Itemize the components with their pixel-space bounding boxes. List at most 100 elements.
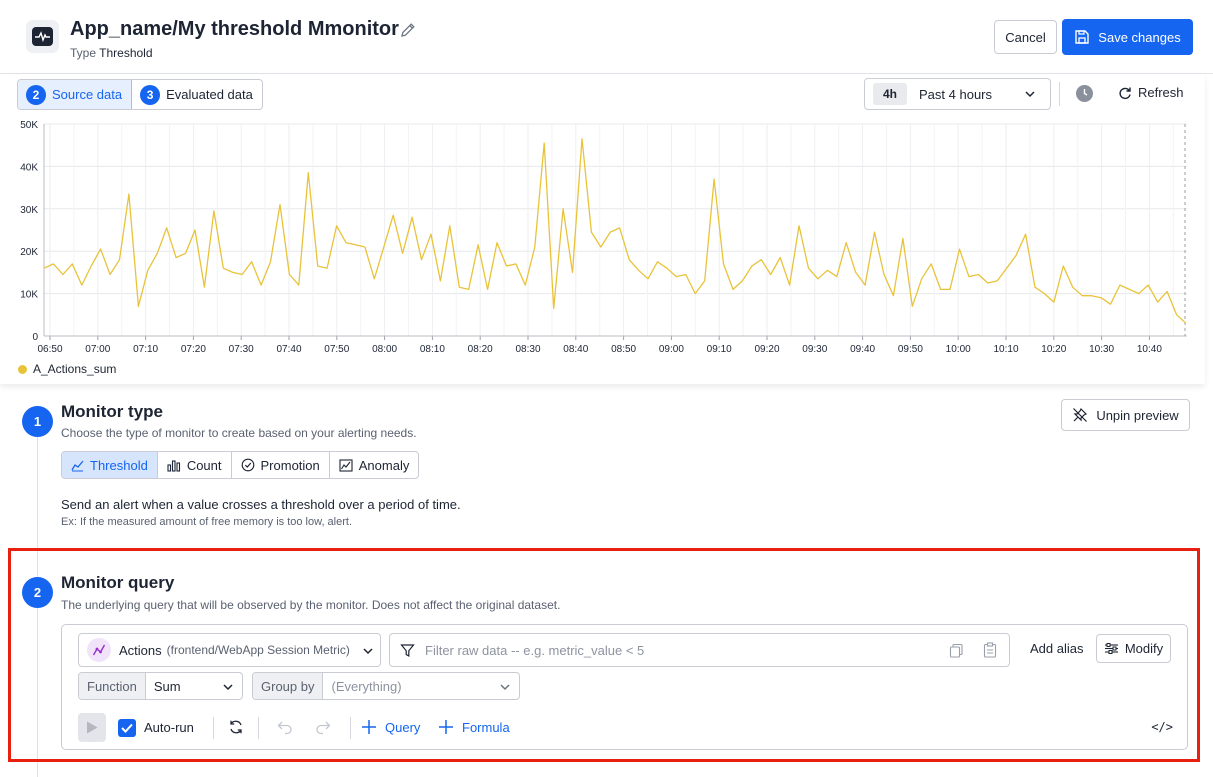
type-option-count[interactable]: Count [158,452,232,478]
type-option-label: Count [186,457,222,473]
x-tick-label: 10:00 [946,344,971,355]
plus-icon [439,720,453,734]
alert-example: Ex: If the measured amount of free memor… [61,516,353,528]
chevron-down-icon [363,648,373,655]
type-option-label: Threshold [90,457,148,473]
legend-swatch [18,364,27,374]
unpin-preview-button[interactable]: Unpin preview [1061,399,1190,431]
x-tick-label: 06:50 [37,344,62,355]
x-tick-label: 07:40 [276,344,301,355]
auto-run-label: Auto-run [144,720,194,735]
type-option-label: Promotion [260,457,320,473]
y-tick-label: 20K [20,247,38,258]
legend-label: A_Actions_sum [33,362,117,376]
tab-source-data[interactable]: 2 Source data [18,80,133,109]
plus-icon [362,720,376,734]
group-by-value: (Everything) [331,678,402,694]
x-tick-label: 08:00 [372,344,397,355]
time-range-select[interactable]: 4h Past 4 hours [864,78,1051,110]
type-value: Threshold [99,46,153,60]
metric-icon [87,638,111,662]
divider [1059,82,1060,106]
threshold-icon [71,460,84,471]
cancel-button[interactable]: Cancel [994,20,1057,54]
divider [350,717,351,739]
x-tick-label: 08:40 [563,344,588,355]
type-option-anomaly[interactable]: Anomaly [330,452,419,478]
modify-label: Modify [1124,641,1164,656]
x-tick-label: 10:30 [1089,344,1114,355]
paste-icon[interactable] [983,642,997,658]
x-tick-label: 07:10 [133,344,158,355]
add-formula-button[interactable]: Formula [438,719,510,735]
query-editor-card: Actions (frontend/WebApp Session Metric)… [61,624,1188,750]
monitor-query-description: The underlying query that will be observ… [61,598,561,612]
filter-input[interactable] [425,642,925,658]
alert-description: Send an alert when a value crosses a thr… [61,497,461,512]
tab-label: Source data [52,87,123,102]
anomaly-icon [339,458,353,472]
x-tick-label: 07:30 [229,344,254,355]
tab-evaluated-data[interactable]: 3 Evaluated data [132,80,262,109]
type-option-label: Anomaly [358,457,410,473]
page-title: App_name/My threshold Mmonitor [70,18,399,40]
y-tick-label: 0 [32,332,38,343]
data-view-tabs: 2 Source data 3 Evaluated data [17,79,263,110]
save-icon [1075,30,1089,44]
x-tick-label: 09:50 [898,344,923,355]
modify-button[interactable]: Modify [1096,634,1171,663]
sliders-icon [1104,643,1118,654]
copy-icon[interactable] [949,643,964,658]
sync-icon[interactable] [228,719,244,735]
tab-number: 2 [26,84,46,105]
x-tick-label: 09:20 [754,344,779,355]
metric-select[interactable]: Actions (frontend/WebApp Session Metric) [78,633,381,667]
filter-icon [400,643,415,657]
play-icon [87,721,98,734]
run-query-button[interactable] [78,713,106,742]
unpin-icon [1073,407,1088,422]
refresh-label: Refresh [1138,85,1184,100]
y-tick-label: 40K [20,162,38,173]
x-tick-label: 07:20 [181,344,206,355]
monitor-type-description: Choose the type of monitor to create bas… [61,426,417,440]
promotion-icon [241,458,254,472]
edit-pencil-icon[interactable] [399,21,417,39]
clock-icon[interactable] [1076,85,1093,102]
type-option-promotion[interactable]: Promotion [232,452,330,478]
monitor-type-selector: Threshold Count Promotion Anomaly [61,451,420,479]
refresh-button[interactable]: Refresh [1118,85,1184,100]
unpin-label: Unpin preview [1096,407,1179,423]
y-tick-label: 30K [20,205,38,216]
tab-label: Evaluated data [166,87,253,102]
group-by-label: Group by [253,673,324,699]
x-tick-label: 08:50 [611,344,636,355]
step-2-badge: 2 [22,577,53,608]
x-tick-label: 08:10 [420,344,445,355]
preview-panel: 2 Source data 3 Evaluated data 4h Past 4… [0,74,1205,384]
add-alias-link[interactable]: Add alias [1030,641,1083,656]
x-tick-label: 10:40 [1137,344,1162,355]
redo-icon[interactable] [315,719,331,735]
x-tick-label: 08:30 [515,344,540,355]
code-view-icon[interactable]: </> [1151,720,1173,734]
x-tick-label: 07:00 [85,344,110,355]
page-header: App_name/My threshold Mmonitor Type Thre… [0,0,1213,74]
undo-icon[interactable] [277,719,293,735]
type-option-threshold[interactable]: Threshold [62,452,158,478]
add-query-button[interactable]: Query [361,719,420,735]
source-data-chart: 0 10K 20K 30K 40K 50K 06:50 07:00 07:10 07:20 07:3… [20,120,1187,355]
function-select[interactable]: Function Sum [78,672,243,700]
x-tick-label: 10:10 [993,344,1018,355]
x-tick-label: 09:40 [850,344,875,355]
group-by-select[interactable]: Group by (Everything) [252,672,520,700]
filter-field[interactable] [389,633,1010,667]
save-changes-button[interactable]: Save changes [1062,19,1193,55]
x-tick-label: 07:50 [324,344,349,355]
auto-run-checkbox[interactable] [118,719,136,737]
chart-legend: A_Actions_sum [18,362,116,376]
x-tick-label: 10:20 [1041,344,1066,355]
monitor-type-subtitle: Type Threshold [70,46,153,60]
type-prefix: Type [70,46,97,60]
chevron-down-icon [1025,91,1035,98]
